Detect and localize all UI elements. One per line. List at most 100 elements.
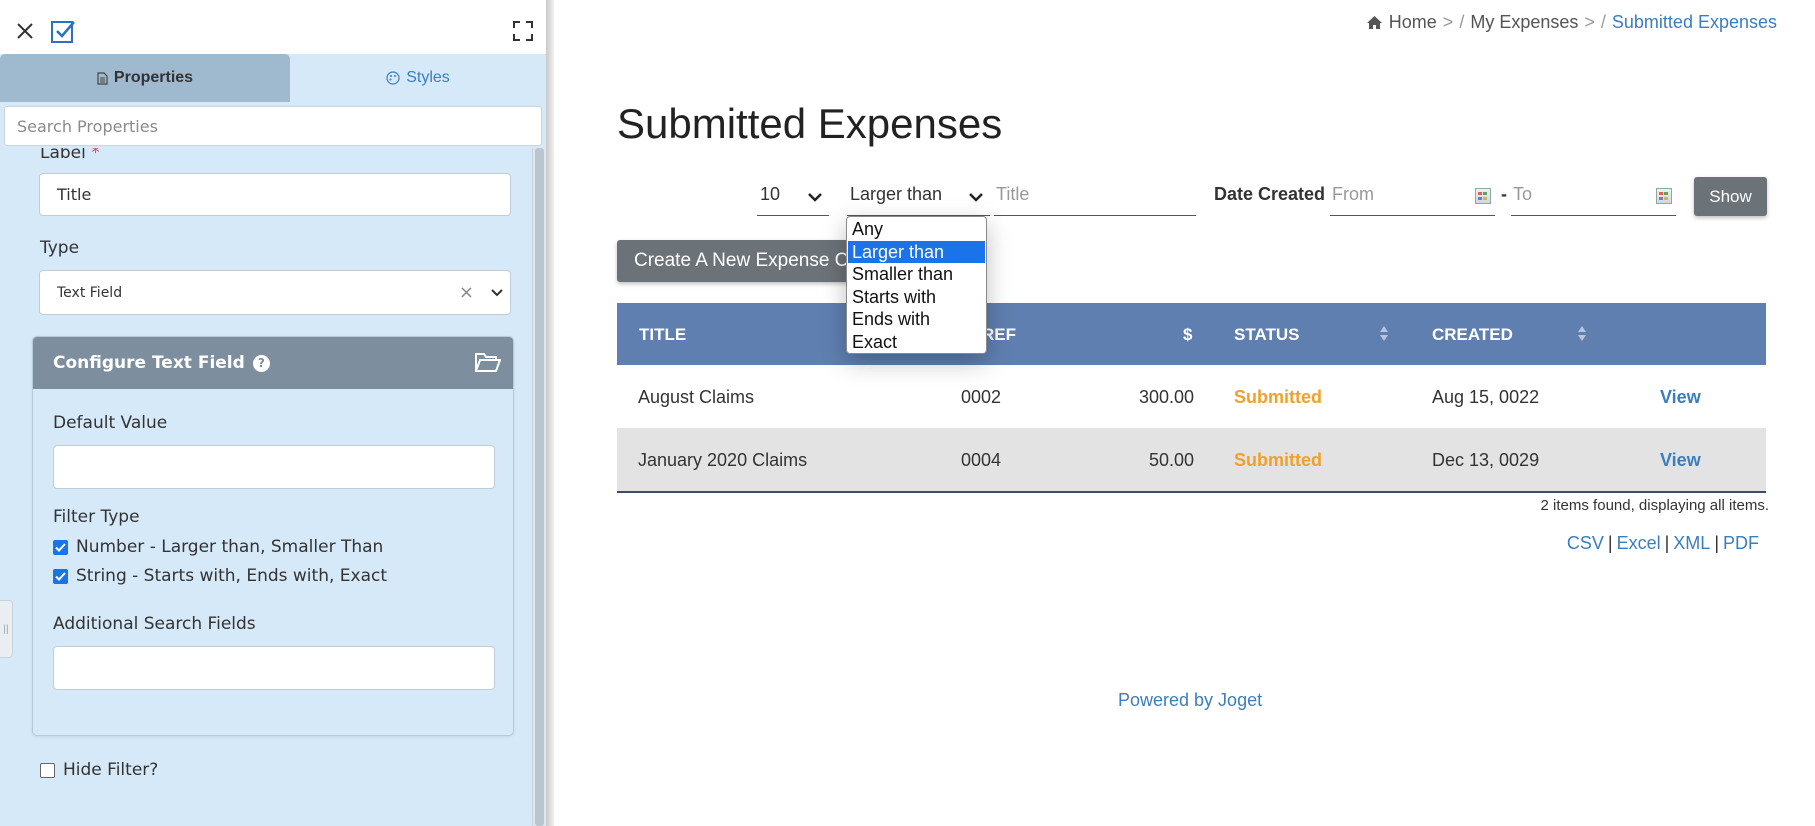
export-csv-link[interactable]: CSV <box>1567 533 1604 554</box>
additional-search-input[interactable] <box>53 646 495 690</box>
operator-select[interactable]: Larger than <box>847 174 990 216</box>
page-size-value: 10 <box>760 184 781 204</box>
close-icon[interactable] <box>8 14 42 48</box>
additional-search-label: Additional Search Fields <box>53 614 256 634</box>
operator-option-any[interactable]: Any <box>848 218 985 241</box>
panel-scrollbar[interactable] <box>532 148 546 826</box>
cell-title: August Claims <box>638 387 755 407</box>
cell-amount: 50.00 <box>1148 450 1194 470</box>
breadcrumb-home[interactable]: Home <box>1389 12 1437 33</box>
default-value-input[interactable] <box>53 445 495 489</box>
config-header: Configure Text Field ? <box>33 337 513 389</box>
export-separator: | <box>1714 533 1719 553</box>
filter-option-number[interactable]: Number - Larger than, Smaller Than <box>53 537 383 557</box>
panel-tabs: Properties Styles <box>0 54 546 102</box>
date-created-label: Date Created <box>1214 184 1326 204</box>
filter-option-number-label: Number - Larger than, Smaller Than <box>76 537 384 557</box>
date-from-input[interactable] <box>1330 174 1495 216</box>
chevron-down-icon[interactable] <box>490 271 504 314</box>
chevron-down-icon <box>807 187 823 208</box>
expand-icon[interactable] <box>506 14 540 48</box>
sort-icon[interactable] <box>1380 326 1389 342</box>
chevron-down-icon <box>968 187 984 208</box>
help-icon[interactable]: ? <box>252 354 270 372</box>
checkbox-unchecked-icon[interactable] <box>40 762 55 778</box>
calendar-icon[interactable] <box>1656 188 1672 204</box>
operator-option-exact[interactable]: Exact <box>848 331 985 354</box>
tab-styles-label: Styles <box>406 69 450 86</box>
configure-text-field-box: Configure Text Field ? Default Value Fil… <box>32 336 514 736</box>
header-created[interactable]: CREATED <box>1432 325 1513 345</box>
export-links: CSV | Excel | XML | PDF <box>1567 533 1759 554</box>
table-header: TITLE REF $ STATUS CREATED <box>617 303 1766 365</box>
export-excel-link[interactable]: Excel <box>1617 533 1661 554</box>
cell-created: Dec 13, 0029 <box>1432 450 1540 470</box>
powered-by-link[interactable]: Powered by Joget <box>1118 690 1262 711</box>
scroll-thumb[interactable] <box>535 148 544 826</box>
breadcrumb-submitted-expenses[interactable]: Submitted Expenses <box>1612 12 1777 33</box>
view-link[interactable]: View <box>1660 450 1701 471</box>
required-mark: * <box>91 148 100 163</box>
status-badge: Submitted <box>1234 450 1322 470</box>
default-value-label: Default Value <box>53 413 168 433</box>
date-to-input[interactable] <box>1511 174 1676 216</box>
view-link[interactable]: View <box>1660 387 1701 408</box>
page-size-select[interactable]: 10 <box>757 174 829 216</box>
cell-title: January 2020 Claims <box>638 450 808 470</box>
clear-icon[interactable]: × <box>459 271 474 314</box>
cell-created: Aug 15, 0022 <box>1432 387 1540 407</box>
type-select[interactable]: Text Field × <box>39 270 511 315</box>
operator-option-larger-than[interactable]: Larger than <box>848 240 985 264</box>
label-field-label: Label * <box>40 148 100 163</box>
export-separator: | <box>1664 533 1670 553</box>
header-ref[interactable]: REF <box>982 325 1016 345</box>
label-field-label-text: Label <box>40 148 86 163</box>
label-input[interactable]: Title <box>39 173 511 216</box>
table-row: August Claims 0002 300.00 Submitted Aug … <box>617 365 1766 428</box>
apply-checkbox-icon[interactable] <box>46 14 80 48</box>
breadcrumb-my-expenses[interactable]: My Expenses <box>1470 12 1578 33</box>
header-title[interactable]: TITLE <box>639 325 686 345</box>
operator-option-starts-with[interactable]: Starts with <box>848 286 985 309</box>
search-properties-input[interactable] <box>5 107 541 145</box>
cell-ref: 0004 <box>961 450 1002 470</box>
filter-type-label: Filter Type <box>53 507 140 527</box>
panel-scroll-area: Label * Title Type Text Field × Configur… <box>0 148 532 826</box>
properties-panel: Properties Styles Label * Title Type Tex… <box>0 0 546 826</box>
hide-filter-option[interactable]: Hide Filter? <box>40 760 158 780</box>
operator-option-ends-with[interactable]: Ends with <box>848 308 985 331</box>
type-select-value: Text Field <box>57 284 123 301</box>
resize-handle[interactable]: || <box>0 600 13 658</box>
export-separator: | <box>1607 533 1613 553</box>
table-bottom-border <box>617 491 1766 493</box>
sort-icon[interactable] <box>1578 326 1587 342</box>
checkbox-checked-icon[interactable] <box>53 539 68 555</box>
folder-open-icon[interactable] <box>474 351 502 378</box>
hide-filter-label: Hide Filter? <box>63 760 159 780</box>
search-properties <box>4 106 542 146</box>
breadcrumb-separator: / <box>1459 12 1465 32</box>
config-title: Configure Text Field <box>53 353 245 373</box>
calendar-icon[interactable] <box>1475 188 1491 204</box>
home-icon <box>1366 16 1382 29</box>
tab-properties-label: Properties <box>113 69 194 86</box>
filter-option-string[interactable]: String - Starts with, Ends with, Exact <box>53 566 387 586</box>
cell-ref: 0002 <box>961 387 1002 407</box>
table-row: January 2020 Claims 0004 50.00 Submitted… <box>617 428 1766 491</box>
breadcrumb: Home > / My Expenses > / Submitted Expen… <box>1366 12 1777 33</box>
filter-option-string-label: String - Starts with, Ends with, Exact <box>76 566 388 586</box>
status-badge: Submitted <box>1234 387 1322 407</box>
operator-option-smaller-than[interactable]: Smaller than <box>848 263 985 286</box>
title-filter-input[interactable] <box>994 174 1196 216</box>
date-range-dash: - <box>1501 184 1507 204</box>
header-amount[interactable]: $ <box>1183 325 1192 345</box>
tab-styles[interactable]: Styles <box>290 54 546 102</box>
cell-amount: 300.00 <box>1138 387 1194 407</box>
show-button[interactable]: Show <box>1694 177 1767 216</box>
header-status[interactable]: STATUS <box>1234 325 1299 345</box>
document-icon <box>97 71 108 85</box>
checkbox-checked-icon[interactable] <box>53 568 68 584</box>
tab-properties[interactable]: Properties <box>0 54 290 102</box>
export-pdf-link[interactable]: PDF <box>1723 533 1759 554</box>
export-xml-link[interactable]: XML <box>1673 533 1710 554</box>
